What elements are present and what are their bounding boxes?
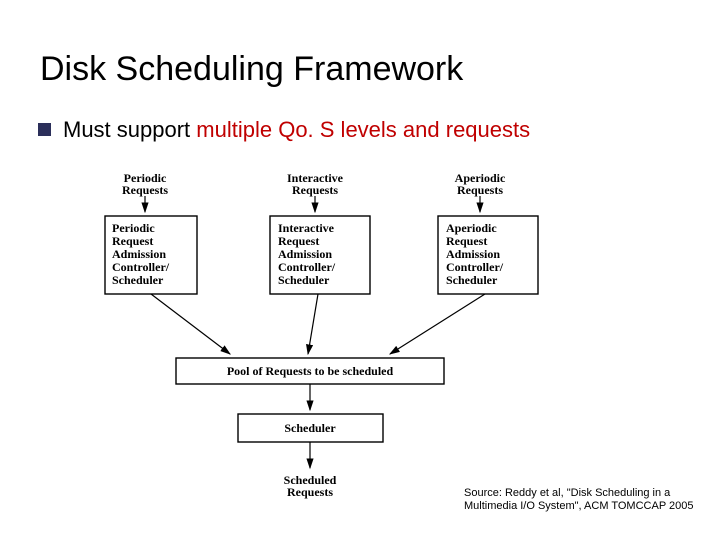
box-periodic-controller: Periodic Request Admission Controller/ S… bbox=[105, 216, 197, 294]
page-title: Disk Scheduling Framework bbox=[40, 50, 690, 89]
box-interactive-controller: Interactive Request Admission Controller… bbox=[270, 216, 370, 294]
box-scheduler: Scheduler bbox=[238, 414, 383, 442]
arrow bbox=[151, 294, 230, 354]
svg-text:Scheduler: Scheduler bbox=[284, 421, 336, 435]
bullet-item: Must support multiple Qo. S levels and r… bbox=[38, 117, 690, 143]
box-aperiodic-controller: Aperiodic Request Admission Controller/ … bbox=[438, 216, 538, 294]
svg-text:Aperiodic Request: Aperiodic Request Admission Controller/ … bbox=[446, 221, 506, 287]
arrow bbox=[390, 294, 485, 354]
bullet-emphasis: multiple Qo. S levels and requests bbox=[196, 117, 530, 142]
bullet-prefix: Must support bbox=[63, 117, 196, 142]
label-interactive: InteractiveRequests bbox=[287, 171, 344, 197]
diagram-svg: PeriodicRequests InteractiveRequests Ape… bbox=[90, 170, 630, 510]
box-pool: Pool of Requests to be scheduled bbox=[176, 358, 444, 384]
bullet-text: Must support multiple Qo. S levels and r… bbox=[63, 117, 530, 143]
label-aperiodic: AperiodicRequests bbox=[455, 171, 506, 197]
slide: Disk Scheduling Framework Must support m… bbox=[0, 0, 720, 540]
square-bullet-icon bbox=[38, 123, 51, 136]
label-periodic: PeriodicRequests bbox=[122, 171, 168, 197]
svg-text:Interactive Request: Interactive Request Admission Controller… bbox=[278, 221, 338, 287]
framework-diagram: PeriodicRequests InteractiveRequests Ape… bbox=[90, 170, 630, 510]
source-citation: Source: Reddy et al, "Disk Scheduling in… bbox=[464, 487, 694, 515]
arrow bbox=[308, 294, 318, 354]
label-scheduled: ScheduledRequests bbox=[284, 473, 337, 499]
svg-text:Pool of Requests to be schedul: Pool of Requests to be scheduled bbox=[227, 364, 394, 378]
